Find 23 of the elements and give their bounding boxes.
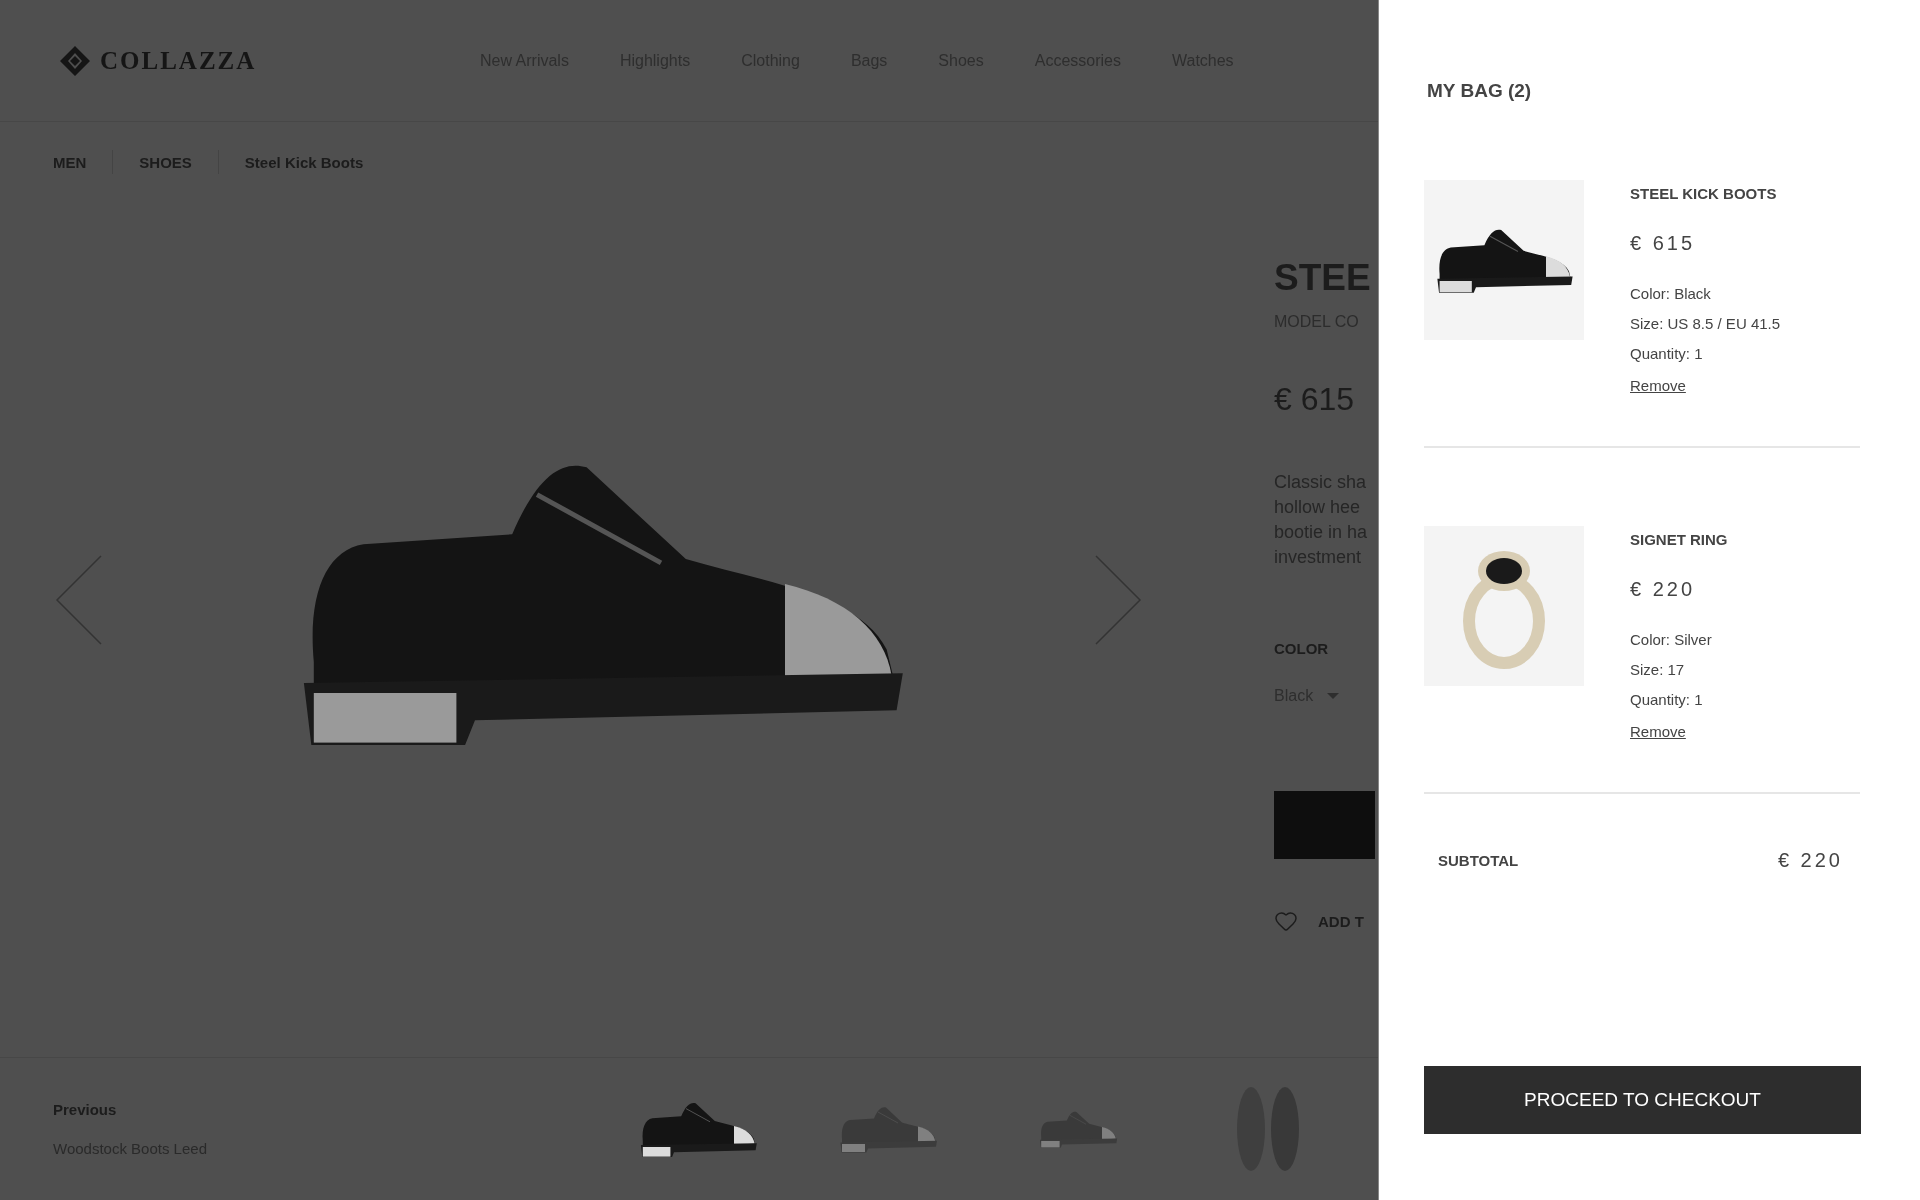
checkout-button[interactable]: PROCEED TO CHECKOUT	[1424, 1066, 1861, 1134]
item-detail: Color: Black	[1630, 284, 1712, 304]
diamond-logo-icon	[60, 45, 90, 76]
chevron-left-icon[interactable]	[55, 554, 103, 645]
item-detail: Size: US 8.5 / EU 41.5	[1630, 314, 1781, 334]
item-name: STEEL KICK BOOTS	[1630, 185, 1778, 202]
caret-icon	[1327, 693, 1340, 699]
item-detail: Quantity: 1	[1630, 690, 1704, 710]
heart-icon[interactable]	[1274, 909, 1298, 933]
brand-logo[interactable]: COLLAZZA	[100, 46, 257, 75]
item-price: € 615	[1630, 232, 1697, 255]
item-detail: Quantity: 1	[1630, 344, 1704, 364]
item-price: € 220	[1630, 578, 1697, 601]
item-name: SIGNET RING	[1630, 531, 1728, 548]
remove-link[interactable]: Remove	[1630, 377, 1686, 394]
subtotal-label: SUBTOTAL	[1438, 852, 1519, 869]
item-detail: Color: Silver	[1630, 630, 1713, 650]
item-detail: Size: 17	[1630, 660, 1686, 680]
subtotal-value: € 220	[1777, 849, 1843, 872]
bag-title: MY BAG (2)	[1427, 80, 1533, 102]
remove-link[interactable]: Remove	[1630, 723, 1686, 740]
add-to-bag-button[interactable]	[1274, 791, 1375, 859]
chevron-right-icon[interactable]	[1094, 554, 1142, 645]
